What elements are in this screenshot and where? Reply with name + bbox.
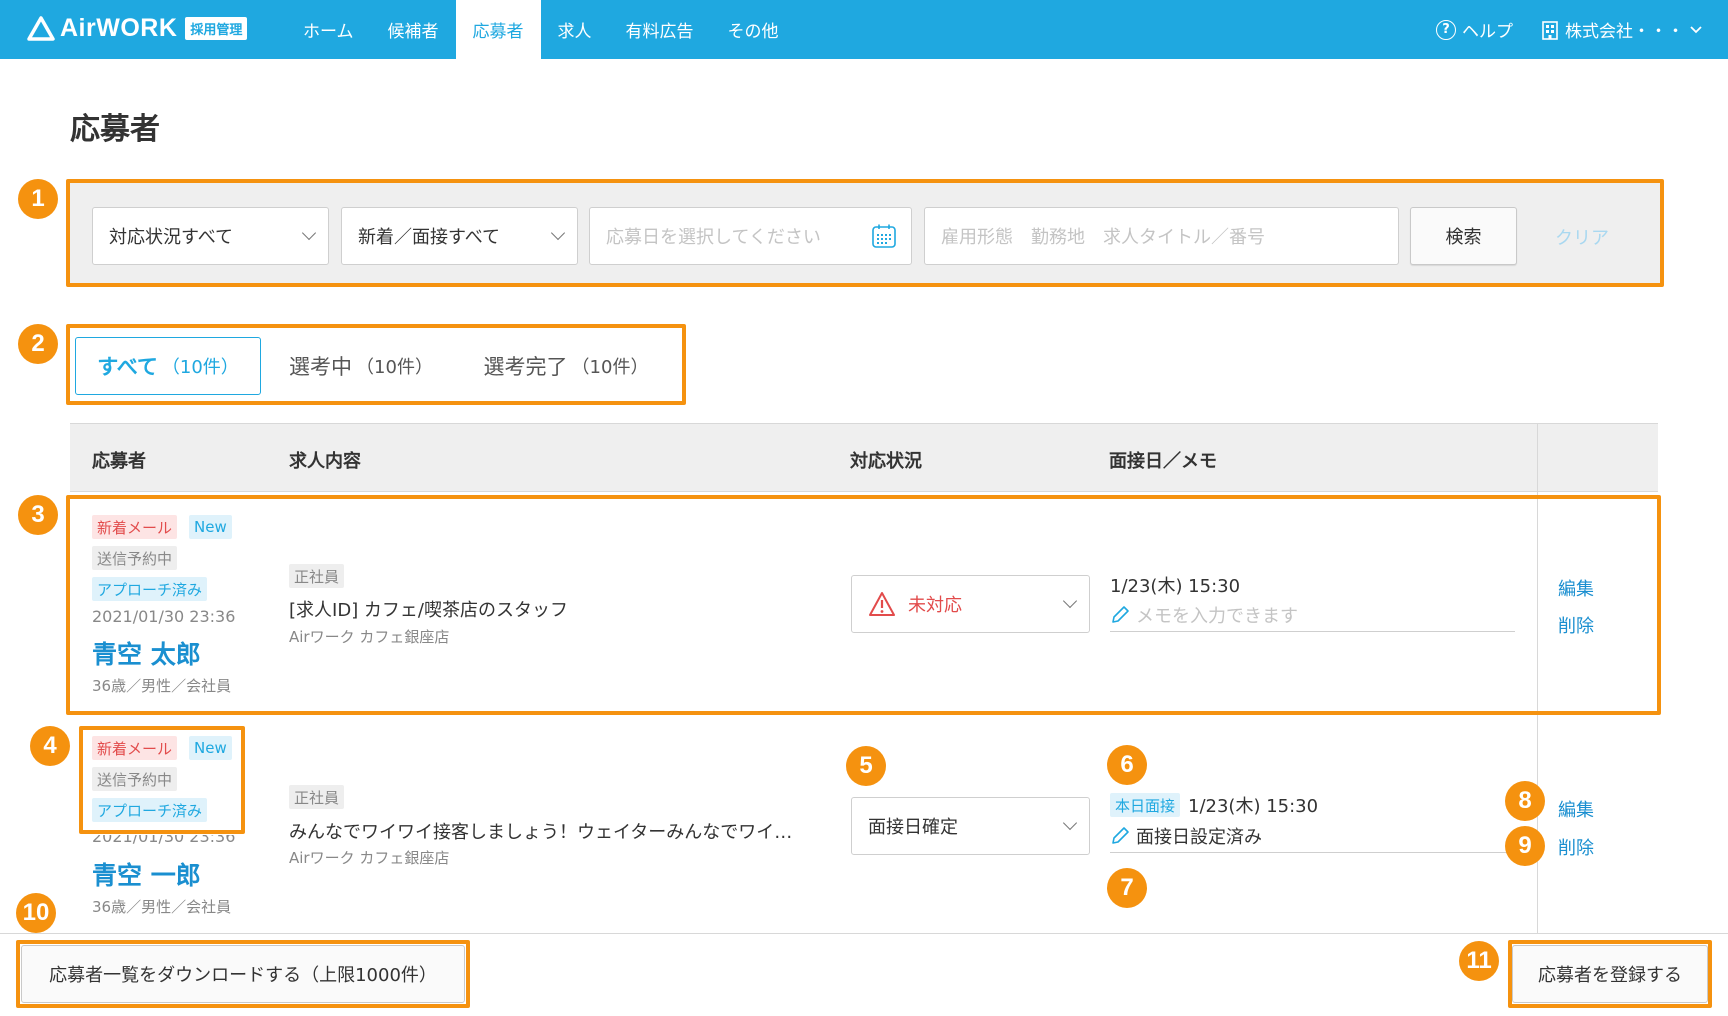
- chevron-down-icon: [1062, 815, 1078, 831]
- job-title[interactable]: みんなでワイワイ接客しましょう！ウェイターみんなでワイ…: [289, 818, 792, 844]
- logo-badge: 採用管理: [185, 17, 248, 40]
- callout-frame-row: [66, 495, 1661, 715]
- help-label: ヘルプ: [1462, 22, 1513, 42]
- app-logo[interactable]: AirWORK 採用管理: [26, 14, 248, 43]
- nav-applicants[interactable]: 応募者: [455, 0, 541, 59]
- applicant-name[interactable]: 青空 一郎: [92, 856, 201, 892]
- employment-tag: 正社員: [289, 785, 345, 809]
- account-menu[interactable]: 株式会社・・・: [1541, 17, 1702, 42]
- callout-marker-5: 5: [846, 746, 886, 786]
- help-icon: ?: [1436, 19, 1456, 40]
- callout-marker-6: 6: [1107, 745, 1147, 785]
- column-header-status: 対応状況: [850, 451, 922, 472]
- callout-frame-download: [16, 940, 470, 1008]
- nav-candidates[interactable]: 候補者: [371, 0, 456, 59]
- job-store: Airワーク カフェ銀座店: [289, 849, 450, 867]
- callout-marker-1: 1: [18, 179, 58, 219]
- callout-marker-3: 3: [18, 495, 58, 535]
- interview-date-text: 1/23(木) 15:30: [1188, 796, 1319, 817]
- callout-marker-8: 8: [1505, 781, 1545, 821]
- interview-date: 本日面接 1/23(木) 15:30: [1110, 792, 1318, 818]
- callout-marker-7: 7: [1107, 868, 1147, 908]
- top-navigation: AirWORK 採用管理 ホーム 候補者 応募者 求人 有料広告 その他 ? ヘ…: [0, 0, 1728, 59]
- today-interview-badge: 本日面接: [1110, 793, 1181, 817]
- chevron-down-icon: [1690, 25, 1702, 33]
- column-header-interview-memo: 面接日／メモ: [1109, 451, 1217, 472]
- page-title: 応募者: [70, 112, 160, 147]
- table-header: 応募者 求人内容 対応状況 面接日／メモ: [70, 423, 1658, 492]
- help-link[interactable]: ? ヘルプ: [1436, 17, 1513, 42]
- callout-frame-register: [1508, 940, 1712, 1008]
- applicant-profile: 36歳／男性／会社員: [92, 898, 232, 916]
- callout-frame-tags: [79, 726, 245, 834]
- logo-text: AirWORK: [60, 14, 178, 42]
- memo-field[interactable]: 面接日設定済み: [1110, 819, 1508, 853]
- callout-marker-2: 2: [18, 324, 58, 364]
- delete-link[interactable]: 削除: [1558, 834, 1594, 860]
- account-label: 株式会社・・・: [1565, 22, 1684, 42]
- nav-paid-ads[interactable]: 有料広告: [609, 0, 711, 59]
- logo-triangle-icon: [27, 15, 55, 41]
- callout-marker-9: 9: [1505, 826, 1545, 866]
- column-header-job: 求人内容: [289, 451, 361, 472]
- nav-home[interactable]: ホーム: [286, 0, 371, 59]
- pencil-icon: [1112, 826, 1129, 844]
- callout-marker-4: 4: [30, 726, 70, 766]
- building-icon: [1542, 20, 1558, 40]
- callout-frame-tabs: [66, 324, 686, 405]
- nav-jobs[interactable]: 求人: [541, 0, 609, 59]
- callout-frame-filters: [66, 179, 1664, 287]
- callout-marker-11: 11: [1459, 941, 1499, 981]
- status-select[interactable]: 面接日確定: [851, 797, 1090, 855]
- footer-divider: [0, 933, 1728, 934]
- nav-other[interactable]: その他: [711, 0, 796, 59]
- edit-link[interactable]: 編集: [1558, 796, 1594, 822]
- callout-marker-10: 10: [16, 893, 56, 933]
- memo-value: 面接日設定済み: [1136, 826, 1262, 848]
- column-header-applicant: 応募者: [92, 451, 146, 472]
- status-value: 面接日確定: [868, 817, 958, 838]
